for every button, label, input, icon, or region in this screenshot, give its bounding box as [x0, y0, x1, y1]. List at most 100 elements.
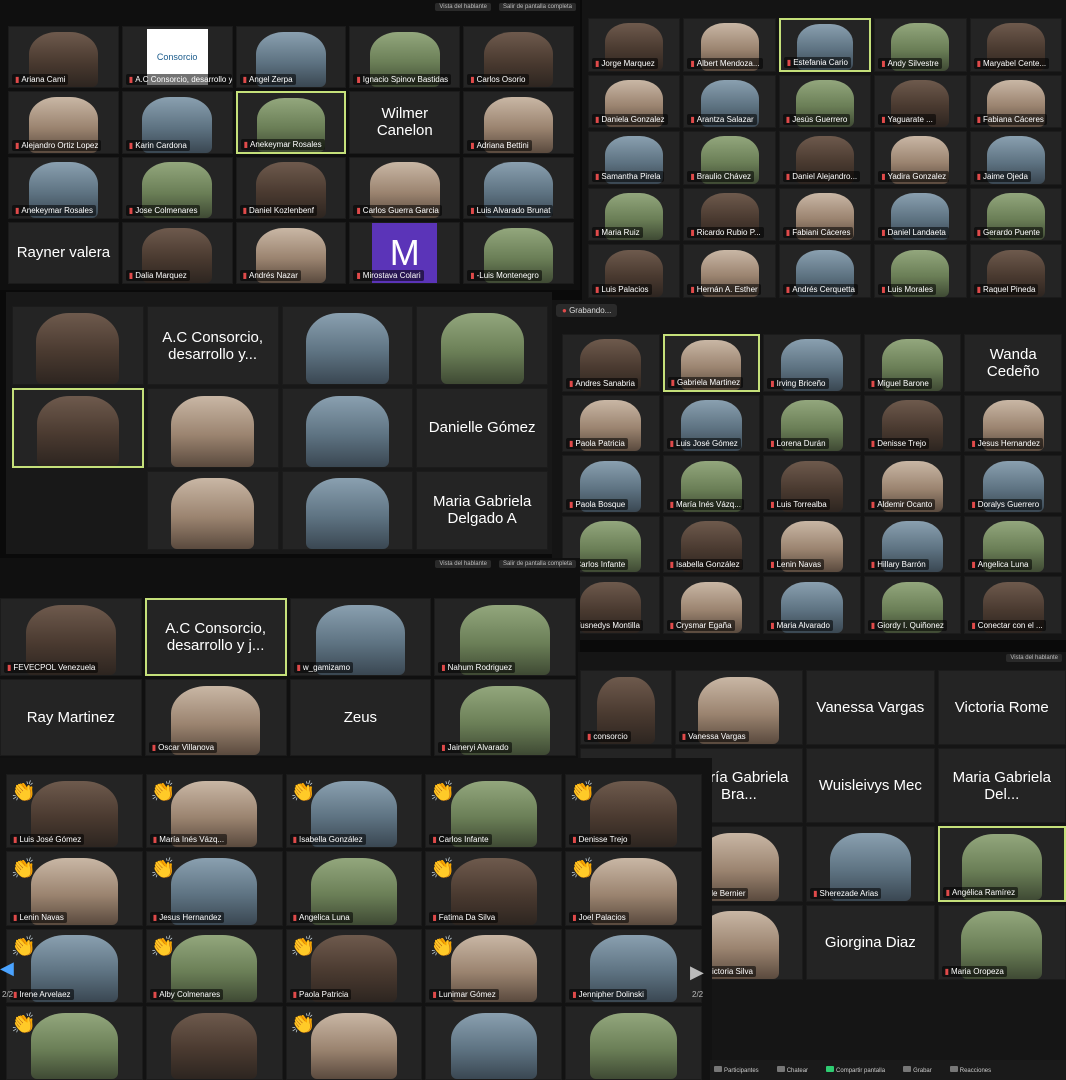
video-tile[interactable]: ▮ Jesús Guerrero [778, 74, 872, 129]
video-tile[interactable]: ▮ Conectar con el ... [964, 576, 1062, 634]
video-tile[interactable]: ▮ Denisse Trejo [863, 394, 962, 453]
video-tile[interactable]: A.C Consorcio, desarrollo y... [146, 306, 279, 386]
share-screen-button[interactable]: Compartir pantalla [826, 1066, 885, 1074]
video-tile[interactable]: ▮ Ignacio Spinov Bastidas [349, 26, 461, 89]
video-tile[interactable]: Consorcio▮A.C Consorcio, desarrollo y ju… [121, 26, 233, 89]
video-tile[interactable]: ▮ Carlos Guerra Garcia [349, 156, 461, 219]
next-page-arrow[interactable]: ▶ [690, 962, 704, 983]
video-tile[interactable]: ▮ Daniel Landaeta [874, 187, 967, 242]
video-tile[interactable]: ▮ Alejandro Ortiz Lopez [8, 91, 119, 154]
video-tile[interactable]: 👏 [285, 1005, 423, 1080]
video-tile[interactable]: ▮ Yadira Gonzalez [874, 131, 967, 185]
video-tile[interactable]: ▮ Braulio Chávez [683, 131, 776, 185]
video-tile[interactable]: ▮ Ariana Cami [8, 26, 119, 89]
video-tile[interactable]: ▮ Gabriela Martinez [662, 334, 761, 392]
video-tile[interactable]: 👏 ▮ Denisse Trejo [565, 774, 702, 849]
video-tile[interactable]: ▮ Lorena Durán [763, 394, 861, 453]
video-tile[interactable]: ▮ Maria Ruiz [588, 187, 681, 242]
video-tile[interactable]: Zeus [289, 678, 432, 756]
video-tile[interactable]: ▮ Nahum Rodriguez [434, 598, 576, 676]
video-tile[interactable]: ▮ Hillary Barrón [863, 515, 962, 574]
video-tile[interactable]: ▮ Albert Mendoza... [683, 18, 776, 72]
video-tile[interactable]: 👏 ▮ Isabella González [285, 774, 423, 849]
video-tile[interactable]: ▮ Luis Alvarado Brunat [463, 156, 574, 219]
video-tile[interactable] [281, 470, 414, 550]
video-tile[interactable]: ▮ Angélica Ramírez [937, 826, 1066, 902]
video-tile[interactable]: ▮ Luis Palacios [588, 244, 681, 298]
video-tile[interactable]: M ▮ Mirostava Colari [349, 221, 461, 284]
video-tile[interactable]: 👏 [6, 1005, 143, 1080]
video-tile[interactable]: ▮ Jorge Marquez [588, 18, 681, 72]
video-tile[interactable]: Danielle Gómez [416, 388, 548, 468]
video-tile[interactable]: ▮ Andrés Nazar [235, 221, 347, 284]
exit-fullscreen-button[interactable]: Salir de pantalla completa [498, 3, 576, 11]
video-tile[interactable]: 👏 ▮ Fatima Da Silva [425, 851, 563, 926]
speaker-view-button-2[interactable]: Vista del hablante [435, 560, 491, 568]
video-tile[interactable]: ▮ Gerardo Puente [969, 187, 1062, 242]
video-tile[interactable] [146, 388, 279, 468]
video-tile[interactable]: ▮ Arantza Salazar [683, 74, 776, 129]
video-tile[interactable]: ▮ Miguel Barone [863, 334, 962, 392]
video-tile[interactable]: 👏 ▮ Alby Colmenares [145, 928, 283, 1003]
video-tile[interactable]: ▮ -Luis Montenegro [463, 221, 574, 284]
video-tile[interactable]: ▮ Paola Patricia [562, 394, 660, 453]
video-tile[interactable]: ▮ Yaguarate ... [874, 74, 967, 129]
video-tile[interactable]: Victoria Rome [937, 670, 1066, 746]
video-tile[interactable]: ▮ Hernán A. Esther [683, 244, 776, 298]
video-tile[interactable]: ▮ Paola Bosque [562, 455, 660, 513]
video-tile[interactable]: 👏 ▮ Luis José Gómez [6, 774, 143, 849]
video-tile[interactable]: ▮ Andres Sanabria [562, 334, 660, 392]
video-tile[interactable]: ▮ Jaime Ojeda [969, 131, 1062, 185]
video-tile[interactable]: ▮ Angel Zerpa [235, 26, 347, 89]
video-tile[interactable]: ▮ Carlos Osorio [463, 26, 574, 89]
video-tile[interactable]: ▮ Angelica Luna [285, 851, 423, 926]
video-tile[interactable]: ▮ Jaineryi Alvarado [434, 678, 576, 756]
participants-button[interactable]: Participantes [714, 1066, 759, 1074]
video-tile[interactable] [12, 306, 144, 386]
video-tile[interactable]: ▮ Jennipher Dolinski [565, 928, 702, 1003]
video-tile[interactable]: Maria Gabriela Delgado A [416, 470, 548, 550]
video-tile[interactable]: ▮ Maria Oropeza [937, 904, 1066, 980]
speaker-view-button-3[interactable]: Vista del hablante [1006, 654, 1062, 662]
video-tile[interactable] [12, 471, 144, 550]
video-tile[interactable]: ▮ Andy Silvestre [874, 18, 967, 72]
video-tile[interactable]: 👏 ▮ Joel Palacios [565, 851, 702, 926]
video-tile[interactable]: ▮ Daniela Gonzalez [588, 74, 681, 129]
video-tile[interactable]: ▮ Giordy I. Quiñonez [863, 576, 962, 634]
video-tile[interactable]: ▮ Aldemir Ocanto [863, 455, 962, 513]
prev-page-arrow[interactable]: ◀ [0, 958, 14, 979]
video-tile[interactable]: ▮ Sherezade Arias [806, 826, 935, 902]
video-tile[interactable]: ▮ María Inés Vázq... [662, 455, 761, 513]
video-tile[interactable]: ▮ Vanessa Vargas [674, 670, 804, 746]
video-tile[interactable]: ▮ Fabiana Cáceres [969, 74, 1062, 129]
video-tile[interactable]: ▮ Dalia Marquez [121, 221, 233, 284]
video-tile[interactable]: ▮ Anekeymar Rosales [235, 91, 347, 154]
video-tile[interactable]: 👏 ▮ Irene Arvelaez [6, 928, 143, 1003]
video-tile[interactable]: ▮ Lenin Navas [763, 515, 861, 574]
video-tile[interactable]: ▮ Crysmar Egaña [662, 576, 761, 634]
video-tile[interactable] [565, 1005, 702, 1080]
video-tile[interactable]: 👏 ▮ María Inés Vázq... [145, 774, 283, 849]
video-tile[interactable]: ▮ Luis Torrealba [763, 455, 861, 513]
video-tile[interactable]: 👏 ▮ Lunimar Gómez [425, 928, 563, 1003]
video-tile[interactable] [425, 1005, 563, 1080]
video-tile[interactable]: ▮ Karin Cardona [121, 91, 233, 154]
video-tile[interactable]: Wilmer Canelon [349, 91, 461, 154]
video-tile[interactable]: ▮ Oscar Villanova [144, 678, 287, 756]
video-tile[interactable]: 👏 ▮ Jesus Hernandez [145, 851, 283, 926]
video-tile[interactable] [281, 388, 414, 468]
video-tile[interactable] [416, 306, 548, 386]
video-tile[interactable]: A.C Consorcio, desarrollo y j... [144, 598, 287, 676]
video-tile[interactable]: ▮ Ricardo Rubio P... [683, 187, 776, 242]
video-tile[interactable]: 👏 ▮ Carlos Infante [425, 774, 563, 849]
video-tile[interactable]: ▮ Jesus Hernandez [964, 394, 1062, 453]
video-tile[interactable]: Rayner valera [8, 221, 119, 284]
video-tile[interactable]: Maria Gabriela Del... [937, 748, 1066, 824]
video-tile[interactable] [281, 306, 414, 386]
video-tile[interactable]: ▮ Irving Briceño [763, 334, 861, 392]
video-tile[interactable]: Ray Martinez [0, 678, 142, 756]
video-tile[interactable]: ▮ Adriana Bettini [463, 91, 574, 154]
video-tile[interactable]: ▮ FEVECPOL Venezuela [0, 598, 142, 676]
video-tile[interactable]: ▮ Jose Colmenares [121, 156, 233, 219]
video-tile[interactable]: ▮ consorcio [580, 670, 672, 746]
